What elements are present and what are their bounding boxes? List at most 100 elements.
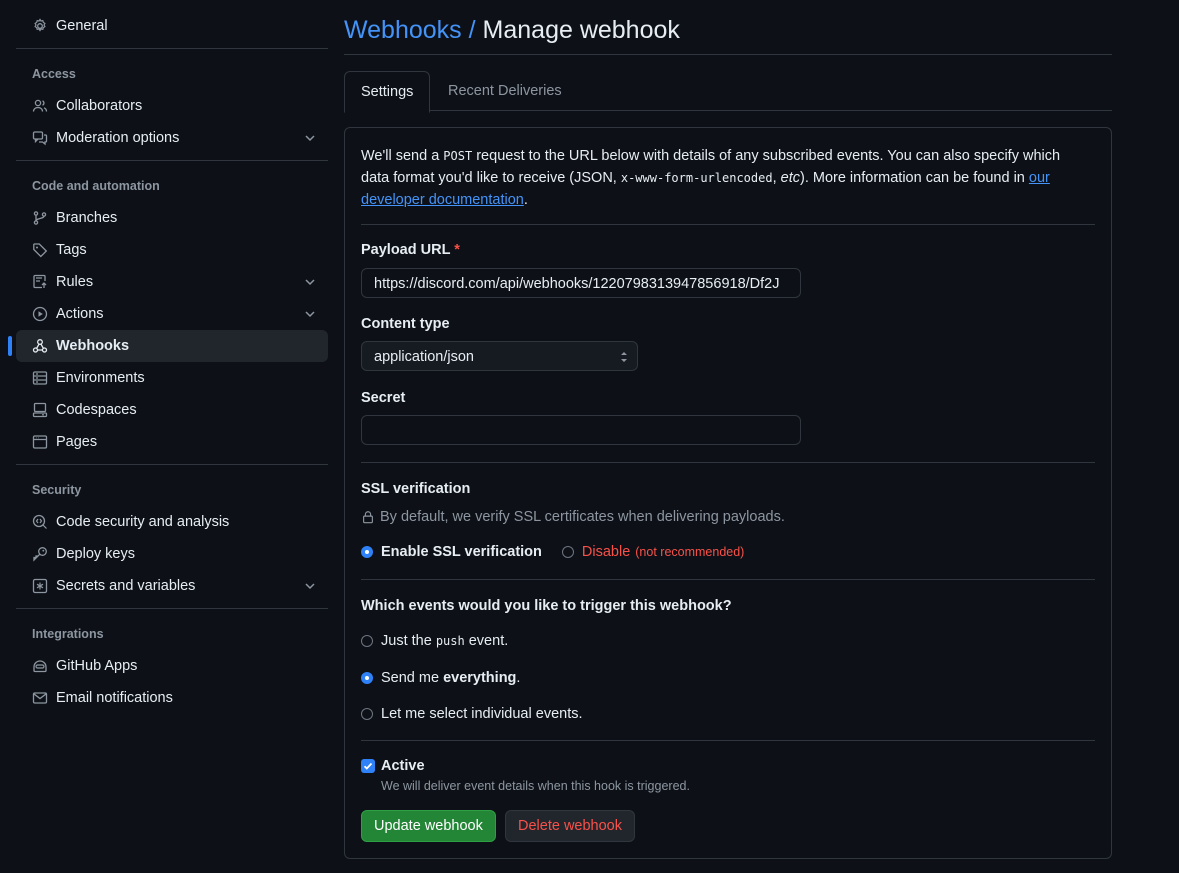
divider <box>361 224 1095 225</box>
page-title-text: Manage webhook <box>482 16 680 44</box>
check-icon <box>363 762 373 770</box>
sidebar-item-tags[interactable]: Tags <box>16 234 328 266</box>
browser-icon <box>32 434 48 450</box>
push-code: push <box>435 634 465 648</box>
required-mark: * <box>454 242 460 258</box>
sidebar-item-label: Email notifications <box>56 690 173 706</box>
ssl-disable-label[interactable]: Disable <box>582 544 630 560</box>
sidebar-item-label: Branches <box>56 210 118 226</box>
event-select-radio[interactable] <box>361 708 373 720</box>
select-arrows-icon <box>621 352 627 362</box>
content-type-label: Content type <box>361 316 450 332</box>
sidebar-item-rules[interactable]: Rules <box>16 266 328 298</box>
ssl-heading: SSL verification <box>361 481 471 497</box>
section-heading-security: Security <box>32 483 82 497</box>
codespaces-icon <box>32 402 48 418</box>
event-option-everything[interactable]: Send me everything. <box>361 670 520 686</box>
divider <box>361 579 1095 580</box>
hubot-icon <box>32 658 48 674</box>
sidebar-item-branches[interactable]: Branches <box>16 202 328 234</box>
ssl-note-text: By default, we verify SSL certificates w… <box>380 509 785 525</box>
active-checkbox[interactable] <box>361 759 375 773</box>
active-note: We will deliver event details when this … <box>381 779 690 793</box>
sidebar-item-actions[interactable]: Actions <box>16 298 328 330</box>
sidebar-item-label: Webhooks <box>56 338 130 354</box>
sidebar-item-label: Actions <box>56 306 104 322</box>
repo-push-icon <box>32 274 48 290</box>
sidebar-item-label: Tags <box>56 242 87 258</box>
sidebar-item-pages[interactable]: Pages <box>16 426 328 458</box>
divider <box>16 48 328 49</box>
sidebar-item-webhooks[interactable]: Webhooks <box>8 330 328 362</box>
intro-text-1: We'll send a <box>361 148 444 164</box>
event-everything-text-2: . <box>516 670 521 686</box>
sidebar-item-collaborators[interactable]: Collaborators <box>16 90 328 122</box>
mail-icon <box>32 690 48 706</box>
breadcrumb-webhooks[interactable]: Webhooks <box>344 16 462 44</box>
divider <box>344 54 1112 55</box>
sidebar-item-label: General <box>56 18 108 34</box>
sidebar-item-label: Deploy keys <box>56 546 135 562</box>
sidebar-item-moderation[interactable]: Moderation options <box>16 122 328 154</box>
sidebar-item-label: GitHub Apps <box>56 658 138 674</box>
tab-settings[interactable]: Settings <box>344 71 431 113</box>
divider <box>361 462 1095 463</box>
sidebar-item-email-notifications[interactable]: Email notifications <box>16 682 328 714</box>
event-option-select[interactable]: Let me select individual events. <box>361 706 583 722</box>
active-option[interactable]: Active <box>361 758 425 774</box>
event-select-text: Let me select individual events. <box>381 706 583 722</box>
form-urlencoded-code: x-www-form-urlencoded <box>620 171 773 185</box>
event-everything-radio[interactable] <box>361 672 373 684</box>
codescan-icon <box>32 514 48 530</box>
event-push-text: Just the <box>381 633 436 649</box>
ssl-enable-label[interactable]: Enable SSL verification <box>381 544 542 560</box>
people-icon <box>32 98 48 114</box>
ssl-disable-radio[interactable] <box>561 546 574 558</box>
event-option-push[interactable]: Just the push event. <box>361 633 508 649</box>
chevron-down-icon[interactable] <box>302 130 318 146</box>
sidebar-item-label: Environments <box>56 370 145 386</box>
lock-icon <box>363 511 373 524</box>
sidebar-item-label: Pages <box>56 434 98 450</box>
sidebar-item-label: Moderation options <box>56 130 180 146</box>
payload-url-input[interactable]: https://discord.com/api/webhooks/1220798… <box>361 268 801 298</box>
event-push-radio[interactable] <box>361 635 373 647</box>
not-recommended-text: (not recommended) <box>635 545 745 559</box>
intro-text-4: ). More information can be found in <box>799 170 1029 186</box>
section-heading-access: Access <box>32 67 76 81</box>
intro-text-5: . <box>523 192 528 208</box>
content-type-select[interactable]: application/json <box>361 341 638 371</box>
chevron-down-icon[interactable] <box>302 274 318 290</box>
payload-url-label-text: Payload URL <box>361 242 451 258</box>
intro-text: We'll send a POST request to the URL bel… <box>361 145 1081 211</box>
sidebar-item-code-security[interactable]: Code security and analysis <box>16 506 328 538</box>
post-code: POST <box>443 149 473 163</box>
git-branch-icon <box>32 210 48 226</box>
sidebar-item-label: Codespaces <box>56 402 137 418</box>
tab-recent-deliveries[interactable]: Recent Deliveries <box>432 71 578 111</box>
sidebar-item-label: Code security and analysis <box>56 514 230 530</box>
sidebar-item-general[interactable]: General <box>16 10 328 42</box>
secret-input[interactable] <box>361 415 801 445</box>
everything-bold: everything <box>443 670 517 686</box>
play-icon <box>32 306 48 322</box>
ssl-enable-radio[interactable] <box>361 546 373 558</box>
webhook-form-panel: We'll send a POST request to the URL bel… <box>344 127 1112 859</box>
section-heading-integrations: Integrations <box>32 627 104 641</box>
divider <box>16 608 328 609</box>
chevron-down-icon[interactable] <box>302 578 318 594</box>
sidebar-item-github-apps[interactable]: GitHub Apps <box>16 650 328 682</box>
delete-webhook-button[interactable]: Delete webhook <box>505 810 635 842</box>
intro-text-3: , <box>772 170 781 186</box>
sidebar-item-environments[interactable]: Environments <box>16 362 328 394</box>
breadcrumb-separator: / <box>468 16 476 44</box>
key-icon <box>32 546 48 562</box>
update-webhook-button[interactable]: Update webhook <box>361 810 496 842</box>
event-push-text-2: event. <box>464 633 509 649</box>
sidebar-item-deploy-keys[interactable]: Deploy keys <box>16 538 328 570</box>
chevron-down-icon[interactable] <box>302 306 318 322</box>
active-label: Active <box>381 758 425 774</box>
sidebar-item-secrets[interactable]: Secrets and variables <box>16 570 328 602</box>
sidebar-item-codespaces[interactable]: Codespaces <box>16 394 328 426</box>
divider <box>16 160 328 161</box>
